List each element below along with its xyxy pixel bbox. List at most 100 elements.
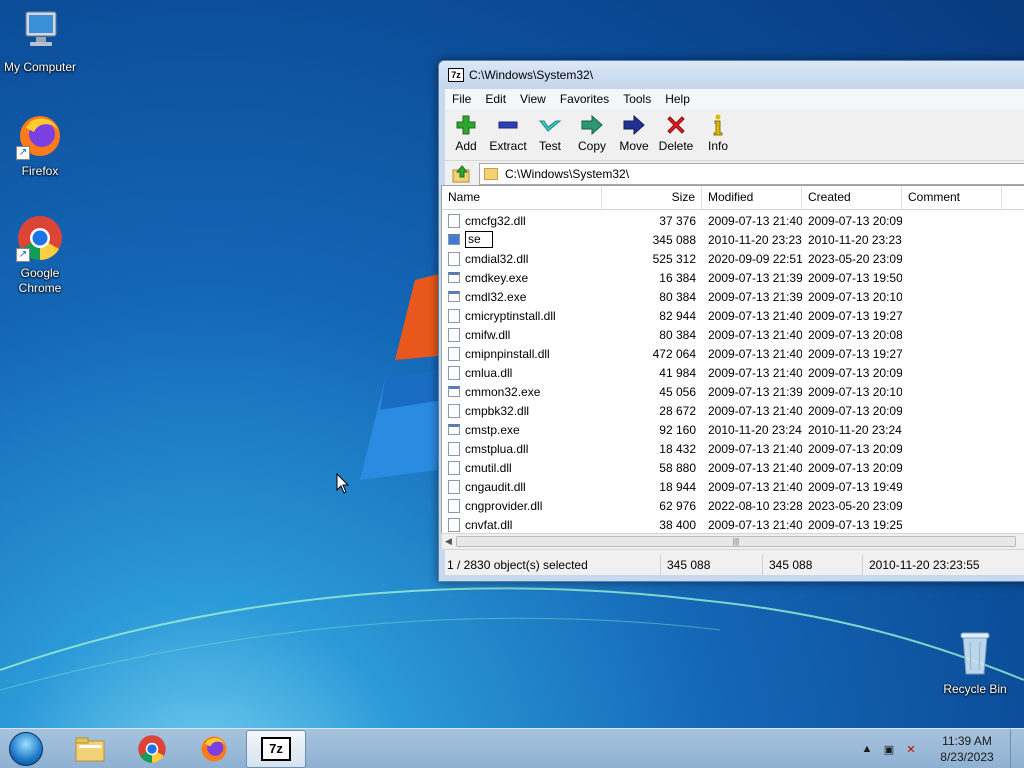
file-size: 472 064 — [652, 346, 696, 361]
title-bar[interactable]: 7z C:\Windows\System32\ — [439, 61, 1024, 89]
add-button[interactable]: Add — [445, 113, 487, 153]
copy-arrow-icon — [581, 114, 603, 136]
file-modified: 2009-07-13 21:40 — [708, 517, 802, 532]
file-modified: 2009-07-13 21:40 — [708, 403, 802, 418]
status-packed-size: 345 088 — [763, 555, 863, 575]
file-name-cell: cmcfg32.dll — [442, 213, 602, 228]
taskbar-chrome[interactable] — [122, 730, 182, 768]
table-row[interactable]: cngprovider.dll 62 976 2022-08-10 23:28 202… — [442, 496, 1024, 515]
7zip-app-icon: 7z — [448, 68, 464, 82]
menu-file[interactable]: File — [445, 92, 478, 106]
status-date: 2010-11-20 23:23:55 — [869, 558, 980, 572]
table-row[interactable]: cmstplua.dll 18 432 2009-07-13 21:40 2009-0… — [442, 439, 1024, 458]
table-row[interactable]: cmicryptinstall.dll 82 944 2009-07-13 21:4… — [442, 306, 1024, 325]
file-list[interactable]: Name Size Modified Created Comment cmcfg… — [441, 185, 1024, 535]
file-created: 2009-07-13 19:50 — [808, 270, 902, 285]
table-row[interactable]: cmifw.dll 80 384 2009-07-13 21:40 2009-07-1… — [442, 325, 1024, 344]
scroll-thumb[interactable]: ||| — [456, 536, 1016, 547]
file-name: cmmon32.exe — [465, 384, 541, 399]
desktop-icon-my-computer[interactable]: My Computer — [0, 8, 80, 75]
taskbar-firefox[interactable] — [184, 730, 244, 768]
table-row[interactable]: cmdkey.exe 16 384 2009-07-13 21:39 2009-07-… — [442, 268, 1024, 287]
firefox-icon: ↗ — [16, 112, 64, 160]
clock[interactable]: 11:39 AM 8/23/2023 — [930, 733, 1004, 765]
column-size[interactable]: Size — [602, 186, 702, 209]
explorer-icon — [75, 737, 105, 761]
table-row[interactable]: cmdial32.dll 525 312 2020-09-09 22:51 2023-… — [442, 249, 1024, 268]
exe-file-icon — [448, 272, 460, 283]
desktop-icon-google-chrome[interactable]: ↗ Google Chrome — [0, 214, 80, 296]
file-size: 92 160 — [659, 422, 696, 437]
column-modified[interactable]: Modified — [702, 186, 802, 209]
file-modified: 2010-11-20 23:23 — [708, 232, 802, 247]
file-name-cell: cngaudit.dll — [442, 479, 602, 494]
horizontal-scrollbar[interactable]: ◀ ||| — [441, 533, 1024, 550]
show-desktop-button[interactable] — [1010, 729, 1024, 768]
desktop-icon-recycle-bin[interactable]: Recycle Bin — [935, 630, 1015, 697]
file-name: cngprovider.dll — [465, 498, 543, 513]
menu-edit[interactable]: Edit — [478, 92, 513, 106]
file-name-cell: cmdl32.exe — [442, 290, 602, 304]
file-name: cmicryptinstall.dll — [465, 308, 556, 323]
copy-button[interactable]: Copy — [571, 113, 613, 153]
table-row[interactable]: se 345 088 2010-11-20 23:23 2010-11-20 23:2… — [442, 230, 1024, 249]
table-row[interactable]: cmmon32.exe 45 056 2009-07-13 21:39 2009-07… — [442, 382, 1024, 401]
extract-button[interactable]: Extract — [487, 113, 529, 153]
rename-input[interactable]: se — [465, 231, 493, 248]
move-button[interactable]: Move — [613, 113, 655, 153]
table-row[interactable]: cmcfg32.dll 37 376 2009-07-13 21:40 2009-07… — [442, 211, 1024, 230]
dll-file-icon — [448, 213, 460, 228]
dll-file-icon — [448, 327, 460, 342]
desktop-icon-firefox[interactable]: ↗ Firefox — [0, 112, 80, 179]
column-comment[interactable]: Comment — [902, 186, 1002, 209]
scroll-left-arrow-icon[interactable]: ◀ — [445, 534, 452, 549]
table-row[interactable]: cmutil.dll 58 880 2009-07-13 21:40 2009-07-… — [442, 458, 1024, 477]
file-size: 80 384 — [659, 327, 696, 342]
file-name: cmdial32.dll — [465, 251, 529, 266]
clock-time: 11:39 AM — [942, 734, 992, 748]
file-modified: 2009-07-13 21:40 — [708, 327, 802, 342]
file-modified: 2009-07-13 21:39 — [708, 270, 802, 285]
show-hidden-icons-chevron-icon[interactable]: ▲ — [858, 743, 876, 755]
delete-button[interactable]: Delete — [655, 113, 697, 153]
column-name[interactable]: Name — [442, 186, 602, 209]
menu-favorites[interactable]: Favorites — [553, 92, 616, 106]
file-name-cell: cmifw.dll — [442, 327, 602, 342]
table-row[interactable]: cmipnpinstall.dll 472 064 2009-07-13 21:40… — [442, 344, 1024, 363]
file-created: 2009-07-13 19:27 — [808, 346, 902, 361]
dll-file-icon — [448, 498, 460, 513]
menu-tools[interactable]: Tools — [616, 92, 658, 106]
taskbar-explorer[interactable] — [60, 730, 120, 768]
table-row[interactable]: cmstp.exe 92 160 2010-11-20 23:24 2010-11-2… — [442, 420, 1024, 439]
file-name: cmlua.dll — [465, 365, 513, 380]
file-created: 2009-07-13 20:10 — [808, 384, 902, 399]
test-button[interactable]: Test — [529, 113, 571, 153]
folder-up-icon[interactable] — [451, 164, 473, 184]
table-row[interactable]: cnvfat.dll 38 400 2009-07-13 21:40 2009-07-… — [442, 515, 1024, 534]
toolbar: Add Extract Test Copy Move Delete Info — [445, 109, 1024, 161]
file-name-cell: cmlua.dll — [442, 365, 602, 380]
table-row[interactable]: cmdl32.exe 80 384 2009-07-13 21:39 2009-07-… — [442, 287, 1024, 306]
volume-muted-icon[interactable]: ✕ — [902, 743, 920, 756]
file-name: cngaudit.dll — [465, 479, 526, 494]
file-created: 2009-07-13 20:10 — [808, 289, 902, 304]
info-icon — [713, 114, 723, 136]
table-row[interactable]: cngaudit.dll 18 944 2009-07-13 21:40 2009-0… — [442, 477, 1024, 496]
file-name-cell: cngprovider.dll — [442, 498, 602, 513]
file-modified: 2009-07-13 21:40 — [708, 346, 802, 361]
table-row[interactable]: cmlua.dll 41 984 2009-07-13 21:40 2009-07-1… — [442, 363, 1024, 382]
network-icon[interactable]: ▣ — [880, 743, 898, 756]
path-input[interactable]: C:\Windows\System32\ — [479, 162, 1024, 185]
taskbar-7zip[interactable]: 7z — [246, 729, 306, 768]
file-created: 2023-05-20 23:09 — [808, 251, 902, 266]
menu-view[interactable]: View — [513, 92, 553, 106]
column-created[interactable]: Created — [802, 186, 902, 209]
start-button[interactable] — [0, 729, 52, 768]
info-button[interactable]: Info — [697, 113, 739, 153]
menu-help[interactable]: Help — [658, 92, 697, 106]
file-size: 41 984 — [659, 365, 696, 380]
exe-file-icon — [448, 424, 460, 435]
7zip-window[interactable]: 7z C:\Windows\System32\ File Edit View F… — [438, 60, 1024, 582]
file-created: 2009-07-13 19:25 — [808, 517, 902, 532]
table-row[interactable]: cmpbk32.dll 28 672 2009-07-13 21:40 2009-07… — [442, 401, 1024, 420]
